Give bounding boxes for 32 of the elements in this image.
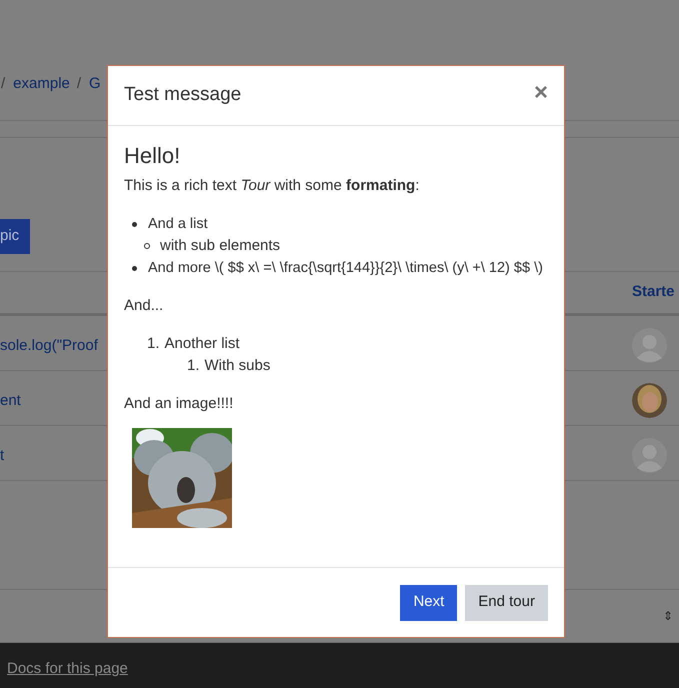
modal-heading: Hello! <box>124 142 182 170</box>
close-button[interactable]: × <box>534 80 548 104</box>
list-item: with sub elements <box>160 236 280 256</box>
discussion-link[interactable]: t <box>0 444 4 468</box>
avatar-icon <box>632 328 667 363</box>
column-header[interactable]: Starte <box>632 281 679 304</box>
footer-link[interactable]: Docs for this page <box>7 658 128 681</box>
paragraph-text: And... <box>124 296 164 316</box>
bullet-icon <box>132 266 137 270</box>
list-item: And a list <box>148 215 208 234</box>
next-button[interactable]: Next <box>400 584 458 620</box>
discussion-link[interactable]: ent <box>0 390 21 412</box>
list-item: Another list <box>164 334 240 354</box>
topic-button[interactable]: pic <box>0 218 30 254</box>
list-item: With subs <box>204 356 270 376</box>
modal-title: Test message <box>124 83 242 108</box>
sort-icon[interactable]: ⇕ <box>663 606 673 625</box>
paragraph-text: And an image!!!! <box>124 394 234 414</box>
bullet-icon <box>132 222 137 226</box>
breadcrumb-link[interactable]: example <box>13 75 70 94</box>
breadcrumb-link[interactable]: G <box>89 75 101 94</box>
list-number: 1. <box>187 356 200 376</box>
discussion-link[interactable]: sole.log("Proof <box>0 334 98 358</box>
breadcrumb-separator: / <box>1 75 6 94</box>
list-number: 1. <box>147 334 160 354</box>
avatar-icon <box>632 438 667 473</box>
breadcrumb-separator: / <box>76 75 82 94</box>
intro-text: This is a rich text Tour with some formating: <box>124 176 420 196</box>
bullet-icon <box>144 243 150 249</box>
list-item: And more \( $$ x\ =\ \frac{\sqrt{144}}{2}\ \times\ (y\ +\ 12) $$ \) <box>148 259 543 278</box>
avatar-icon <box>632 382 667 418</box>
end-tour-button[interactable]: End tour <box>465 584 548 620</box>
